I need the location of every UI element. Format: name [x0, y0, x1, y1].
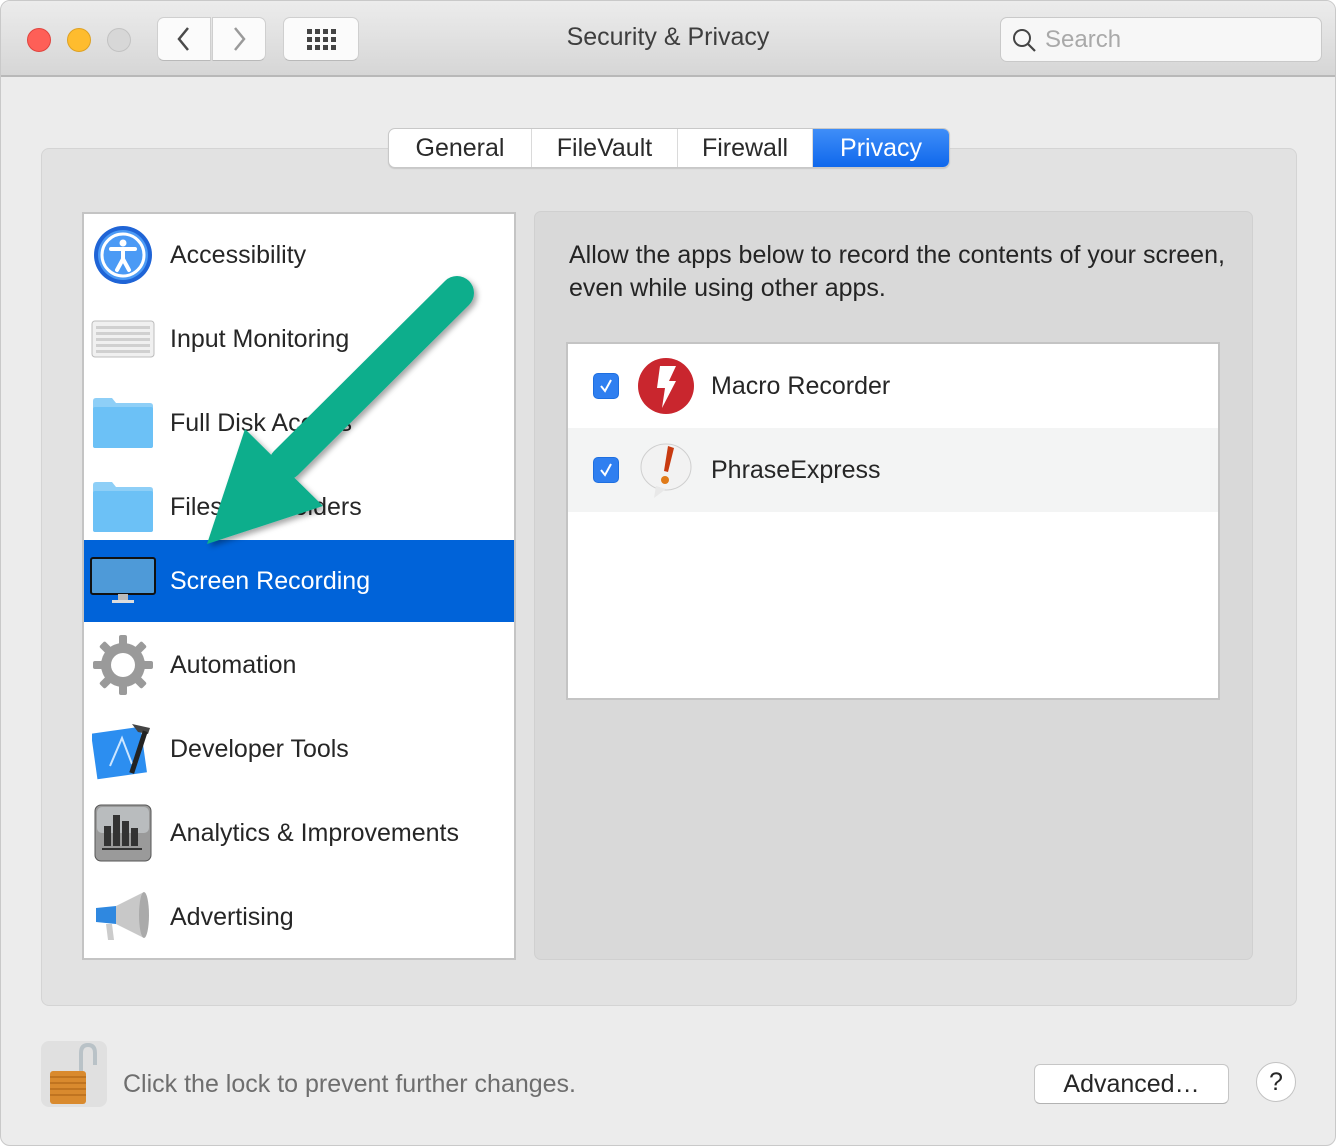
- tab-privacy[interactable]: Privacy: [813, 129, 949, 167]
- search-field[interactable]: [1000, 17, 1322, 62]
- category-automation[interactable]: Automation: [84, 624, 514, 706]
- tab-bar: General FileVault Firewall Privacy: [388, 128, 950, 168]
- category-label: Accessibility: [170, 240, 307, 269]
- app-permission-list: Macro Recorder PhraseExpress: [566, 342, 1220, 700]
- unlocked-padlock-icon: [50, 1042, 97, 1104]
- search-input[interactable]: [1045, 25, 1305, 54]
- phraseexpress-icon: [640, 443, 692, 498]
- category-input-monitoring[interactable]: Input Monitoring: [84, 298, 514, 380]
- category-label: Advertising: [170, 902, 294, 931]
- category-analytics-improvements[interactable]: Analytics & Improvements: [84, 792, 514, 874]
- category-label: Analytics & Improvements: [170, 818, 459, 847]
- category-screen-recording[interactable]: Screen Recording: [84, 540, 514, 622]
- category-label: Automation: [170, 650, 297, 679]
- title-bar: Security & Privacy: [1, 1, 1335, 77]
- security-privacy-window: Security & Privacy General FileVault Fir…: [0, 0, 1336, 1146]
- lock-button[interactable]: [41, 1041, 107, 1107]
- app-row-phraseexpress[interactable]: PhraseExpress: [568, 428, 1218, 512]
- app-name: PhraseExpress: [711, 455, 881, 484]
- search-icon: [1013, 28, 1036, 52]
- advanced-button[interactable]: Advanced…: [1034, 1064, 1229, 1104]
- help-button[interactable]: ?: [1256, 1062, 1296, 1102]
- app-name: Macro Recorder: [711, 371, 891, 400]
- category-files-and-folders[interactable]: Files and Folders: [84, 466, 514, 548]
- macro-recorder-icon: [638, 358, 694, 414]
- analytics-icon: [90, 800, 156, 866]
- checkmark-icon: [600, 379, 612, 393]
- category-label: Input Monitoring: [170, 324, 350, 353]
- category-label: Screen Recording: [170, 566, 371, 595]
- screen-recording-description: Allow the apps below to record the conte…: [569, 241, 1225, 302]
- gear-icon: [90, 632, 156, 698]
- megaphone-icon: [90, 884, 156, 950]
- macro-recorder-checkbox[interactable]: [593, 373, 619, 399]
- tab-firewall[interactable]: Firewall: [678, 129, 813, 167]
- display-icon: [90, 548, 156, 614]
- folder-icon: [90, 474, 156, 540]
- checkmark-icon: [600, 463, 612, 477]
- category-developer-tools[interactable]: Developer Tools: [84, 708, 514, 790]
- lock-status-text: Click the lock to prevent further change…: [123, 1070, 577, 1098]
- accessibility-icon: [90, 222, 156, 288]
- privacy-category-list: Accessibility Input Monitoring Full Disk…: [82, 212, 516, 960]
- tab-filevault[interactable]: FileVault: [532, 129, 678, 167]
- developer-tools-icon: [90, 716, 156, 782]
- category-label: Full Disk Access: [170, 408, 352, 437]
- category-full-disk-access[interactable]: Full Disk Access: [84, 382, 514, 464]
- phraseexpress-checkbox[interactable]: [593, 457, 619, 483]
- tab-general[interactable]: General: [389, 129, 532, 167]
- folder-icon: [90, 390, 156, 456]
- app-row-macro-recorder[interactable]: Macro Recorder: [568, 344, 1218, 428]
- category-advertising[interactable]: Advertising: [84, 876, 514, 958]
- category-label: Developer Tools: [170, 734, 349, 763]
- keyboard-icon: [90, 306, 156, 372]
- category-accessibility[interactable]: Accessibility: [84, 214, 514, 296]
- category-label: Files and Folders: [170, 492, 362, 521]
